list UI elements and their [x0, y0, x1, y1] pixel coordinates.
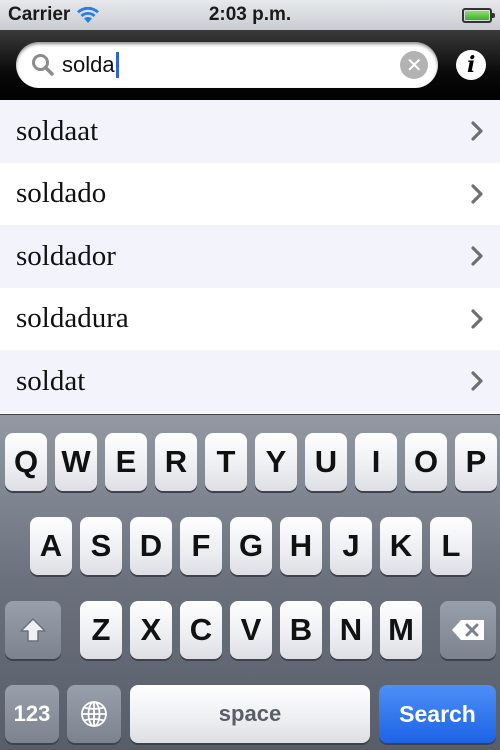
key-p[interactable]: P — [455, 433, 497, 491]
info-icon: i — [466, 52, 476, 78]
list-item[interactable]: soldat — [0, 350, 500, 413]
chevron-right-icon — [471, 309, 483, 329]
status-left: Carrier — [8, 4, 100, 26]
key-h[interactable]: H — [280, 517, 322, 575]
key-f[interactable]: F — [180, 517, 222, 575]
numbers-key[interactable]: 123 — [5, 685, 59, 743]
shift-icon — [20, 618, 46, 642]
list-item[interactable]: soldaat — [0, 100, 500, 163]
list-item[interactable]: soldadura — [0, 287, 500, 350]
key-u[interactable]: U — [305, 433, 347, 491]
list-item[interactable]: soldador — [0, 225, 500, 288]
backspace-icon — [452, 620, 484, 640]
key-c[interactable]: C — [180, 601, 222, 659]
key-e[interactable]: E — [105, 433, 147, 491]
key-d[interactable]: D — [130, 517, 172, 575]
list-item[interactable]: soldado — [0, 162, 500, 225]
key-k[interactable]: K — [380, 517, 422, 575]
list-item-label: soldaat — [16, 114, 99, 147]
key-w[interactable]: W — [55, 433, 97, 491]
search-icon — [32, 54, 54, 76]
globe-key[interactable] — [67, 685, 121, 743]
battery-icon — [462, 7, 495, 23]
status-bar: Carrier 2:03 p.m. — [0, 0, 500, 30]
list-item-label: soldat — [16, 364, 86, 397]
search-field[interactable]: solda ✕ — [16, 42, 439, 88]
key-x[interactable]: X — [130, 601, 172, 659]
space-key[interactable]: space — [130, 685, 370, 743]
chevron-right-icon — [471, 371, 483, 391]
key-z[interactable]: Z — [80, 601, 122, 659]
key-b[interactable]: B — [280, 601, 322, 659]
results-list: soldaat soldado soldador soldadura solda… — [0, 100, 500, 414]
key-o[interactable]: O — [405, 433, 447, 491]
key-s[interactable]: S — [80, 517, 122, 575]
chevron-right-icon — [471, 121, 483, 141]
close-icon: ✕ — [405, 54, 423, 77]
search-bar: solda ✕ i — [0, 30, 500, 100]
list-item-label: soldadura — [16, 302, 129, 335]
shift-key[interactable] — [5, 601, 61, 659]
battery-level — [465, 10, 489, 20]
key-q[interactable]: Q — [5, 433, 47, 491]
key-g[interactable]: G — [230, 517, 272, 575]
search-key[interactable]: Search — [379, 685, 496, 743]
list-item-label: soldador — [16, 239, 116, 272]
key-a[interactable]: A — [30, 517, 72, 575]
wifi-icon — [77, 6, 100, 23]
keyboard: Q W E R T Y U I O P A S D F G H J K L Z … — [0, 414, 500, 750]
key-v[interactable]: V — [230, 601, 272, 659]
chevron-right-icon — [471, 184, 483, 204]
key-y[interactable]: Y — [255, 433, 297, 491]
backspace-key[interactable] — [440, 601, 496, 659]
list-item-label: soldado — [16, 177, 107, 210]
globe-icon — [81, 701, 107, 727]
clear-search-button[interactable]: ✕ — [400, 51, 429, 79]
text-cursor — [115, 52, 119, 78]
key-m[interactable]: M — [380, 601, 422, 659]
search-query: solda — [62, 52, 115, 77]
carrier-label: Carrier — [8, 4, 71, 25]
key-i[interactable]: I — [355, 433, 397, 491]
key-t[interactable]: T — [205, 433, 247, 491]
search-input[interactable]: solda — [62, 52, 400, 78]
info-button[interactable]: i — [456, 50, 486, 80]
key-r[interactable]: R — [155, 433, 197, 491]
key-j[interactable]: J — [330, 517, 372, 575]
chevron-right-icon — [471, 246, 483, 266]
key-n[interactable]: N — [330, 601, 372, 659]
key-l[interactable]: L — [430, 517, 472, 575]
